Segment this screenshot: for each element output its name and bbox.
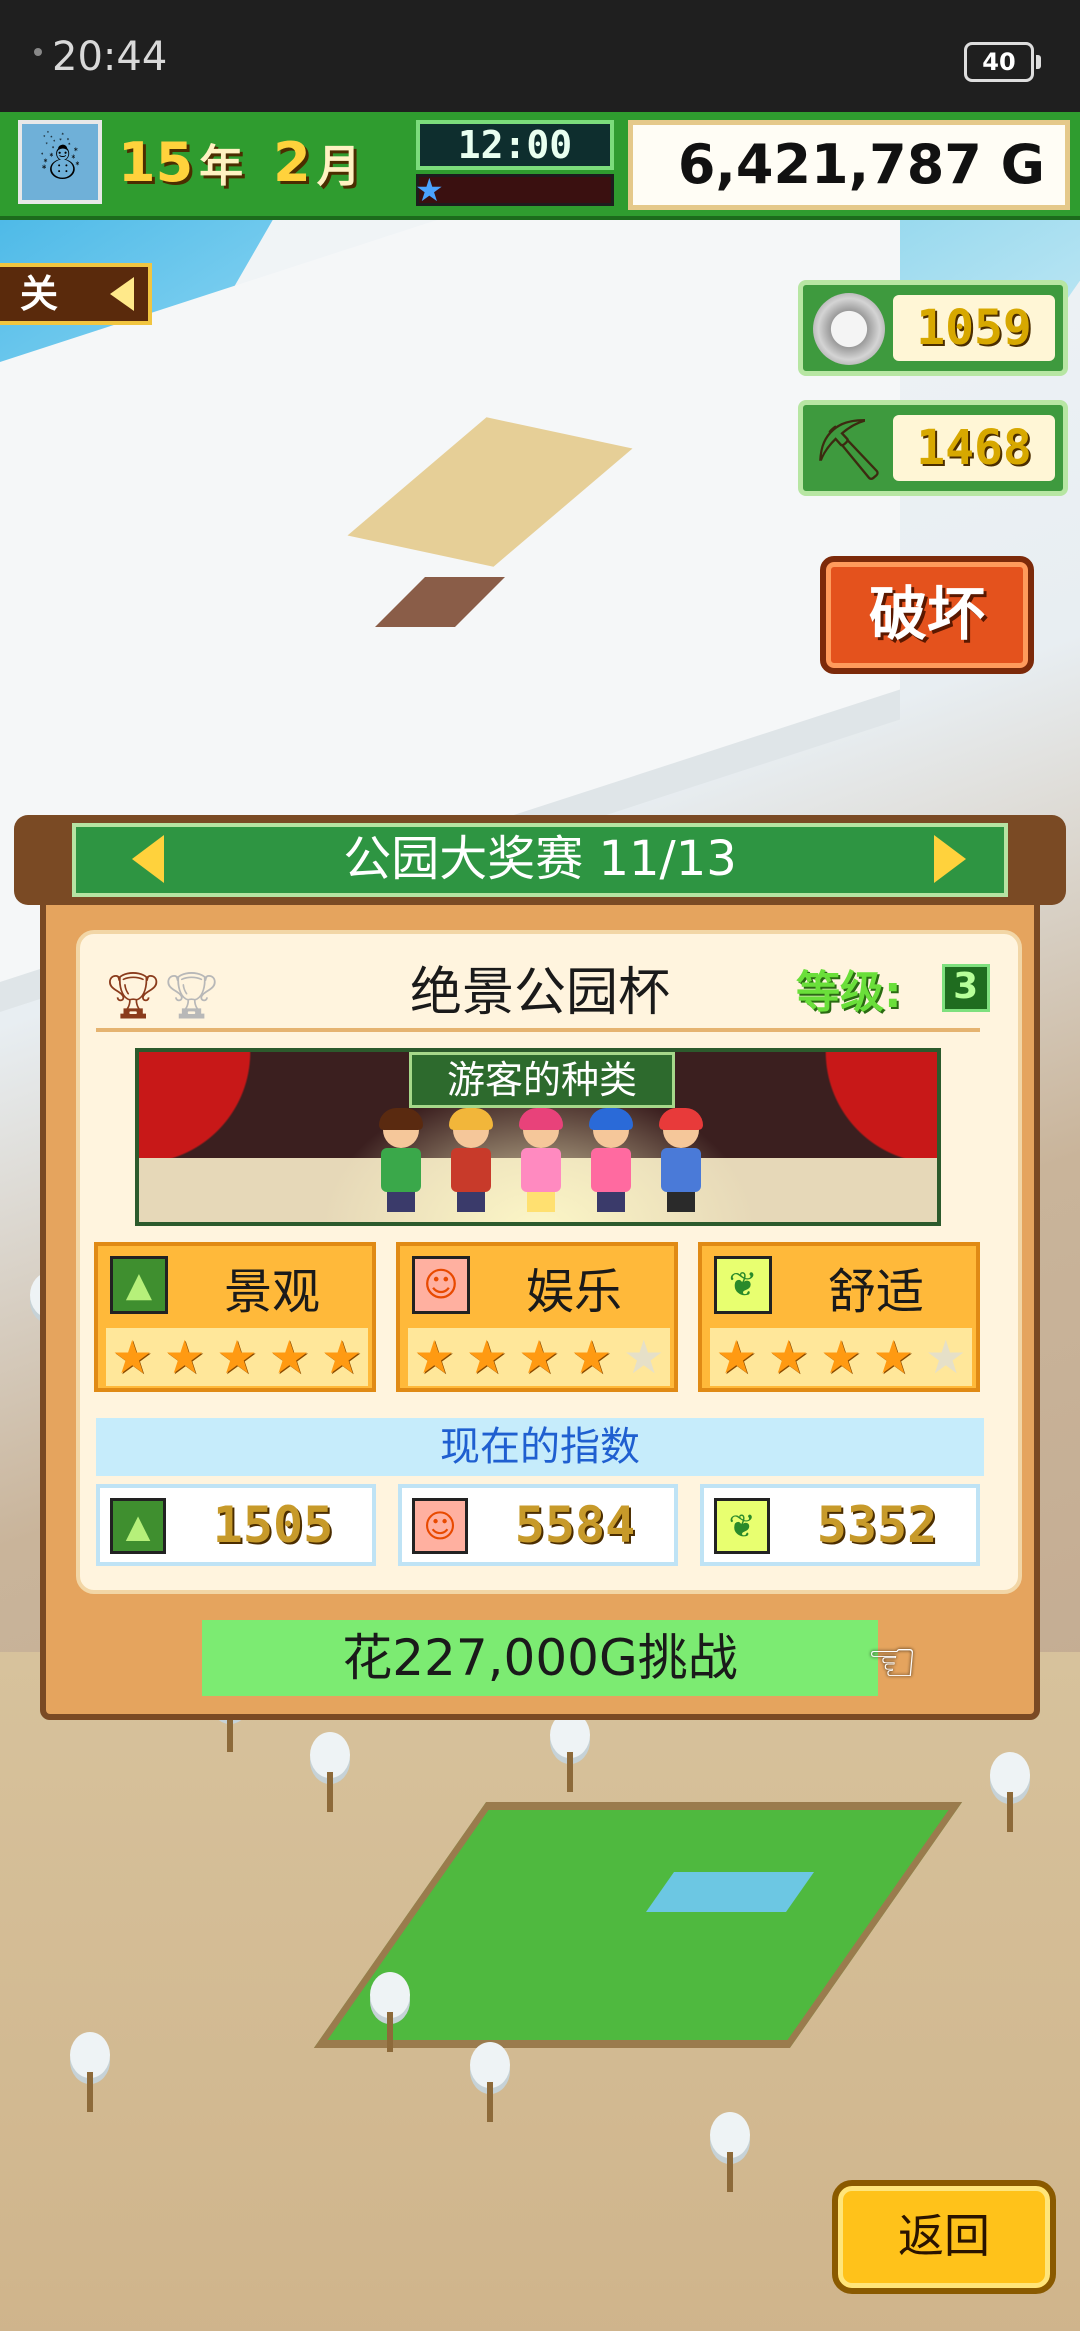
pointing-hand-icon: ☜ — [866, 1628, 918, 1696]
close-tab-label: 关 — [20, 272, 59, 316]
snow-tree — [700, 2112, 760, 2192]
snow-tree — [60, 2032, 120, 2112]
cup-name: 绝景公园杯 — [409, 963, 670, 1023]
pickaxe-icon: ⛏ — [810, 414, 888, 485]
smiley-icon: ☺ — [412, 1498, 468, 1554]
visitor-group — [371, 1108, 711, 1212]
game-clock: 12:00 — [416, 120, 614, 170]
visitor-sprite — [371, 1108, 431, 1212]
silver-trophy-icon: 🏆︎ — [162, 968, 221, 1022]
grade-label: 等级: — [796, 967, 902, 1018]
category-fun: ☺ 娱乐 ★ ★ ★ ★ ★ — [396, 1242, 678, 1392]
star-filled-icon: ★ — [268, 1330, 310, 1384]
coin-counter[interactable]: 1059 — [798, 280, 1068, 376]
arrow-left-icon — [110, 277, 134, 311]
game-date: 15 年 2 月 — [118, 130, 385, 194]
bronze-trophy-icon: 🏆︎ — [104, 968, 163, 1022]
index-value: 5352 — [816, 1496, 938, 1554]
trophy-icons: 🏆︎🏆︎ — [104, 968, 221, 1023]
pickaxe-counter[interactable]: ⛏ 1468 — [798, 400, 1068, 496]
index-fun: ☺ 5584 — [398, 1484, 678, 1566]
prev-contest-arrow-icon[interactable] — [132, 835, 164, 883]
month-value: 2 — [273, 131, 311, 194]
visitor-sprite — [581, 1108, 641, 1212]
challenge-button[interactable]: 花227,000G挑战 — [202, 1620, 878, 1696]
paddock-pond — [645, 1872, 815, 1912]
visitor-stage: 游客的种类 — [135, 1048, 941, 1226]
landscape-icon: ▲ — [110, 1498, 166, 1554]
snow-tree — [980, 1752, 1040, 1832]
star-filled-icon: ★ — [820, 1330, 862, 1384]
category-label: 娱乐 — [525, 1264, 622, 1320]
star-filled-icon: ★ — [767, 1330, 810, 1384]
snowman-icon[interactable]: ☃ — [18, 120, 102, 204]
category-landscape: ▲ 景观 ★ ★ ★ ★ ★ — [94, 1242, 376, 1392]
star-rating: ★ ★ ★ ★ ★ — [106, 1328, 368, 1386]
year-unit: 年 — [199, 141, 244, 192]
grade-value: 3 — [941, 964, 990, 1012]
snow-tree — [360, 1972, 420, 2052]
contest-title: 公园大奖赛 11/13 — [72, 823, 1008, 897]
year-value: 15 — [118, 131, 194, 194]
star-empty-icon: ★ — [925, 1330, 967, 1384]
star-filled-icon: ★ — [872, 1330, 914, 1384]
visitor-sprite — [651, 1108, 711, 1212]
star-filled-icon: ★ — [570, 1330, 612, 1384]
top-hud: ☃ 15 年 2 月 12:00 ★ 6,421,787 G — [0, 112, 1080, 220]
star-rating: ★ ★ ★ ★ ★ — [710, 1328, 972, 1386]
star-icon: ★ — [415, 171, 444, 209]
visitor-sprite — [441, 1108, 501, 1212]
visitor-sprite — [511, 1108, 571, 1212]
category-label: 舒适 — [827, 1264, 924, 1320]
star-filled-icon: ★ — [518, 1330, 560, 1384]
star-filled-icon: ★ — [216, 1330, 258, 1384]
smiley-icon: ☺ — [412, 1256, 470, 1314]
snow-tree — [540, 1712, 600, 1792]
star-filled-icon: ★ — [321, 1330, 363, 1384]
index-comfort: ❦ 5352 — [700, 1484, 980, 1566]
index-value: 5584 — [514, 1496, 636, 1554]
notification-dot — [34, 48, 42, 56]
leaf-icon: ❦ — [714, 1498, 770, 1554]
star-filled-icon: ★ — [465, 1330, 508, 1384]
back-button[interactable]: 返回 — [832, 2180, 1056, 2294]
landscape-icon: ▲ — [110, 1256, 168, 1314]
star-filled-icon: ★ — [413, 1330, 455, 1384]
index-value: 1505 — [212, 1496, 334, 1554]
status-bar: 20:44 40 — [0, 0, 1080, 112]
star-filled-icon: ★ — [111, 1330, 153, 1384]
leaf-icon: ❦ — [714, 1256, 772, 1314]
category-label: 景观 — [223, 1264, 320, 1320]
category-comfort: ❦ 舒适 ★ ★ ★ ★ ★ — [698, 1242, 980, 1392]
star-rating: ★ ★ ★ ★ ★ — [408, 1328, 670, 1386]
visitor-type-tag: 游客的种类 — [409, 1052, 675, 1108]
contest-header: 公园大奖赛 11/13 — [14, 815, 1066, 905]
snow-tree — [300, 1732, 360, 1812]
next-contest-arrow-icon[interactable] — [934, 835, 966, 883]
snow-tree — [460, 2042, 520, 2122]
pickaxe-value: 1468 — [893, 415, 1055, 481]
money-display: 6,421,787 G — [628, 120, 1070, 210]
current-index-title: 现在的指数 — [96, 1418, 984, 1476]
star-filled-icon: ★ — [163, 1330, 206, 1384]
battery-icon: 40 — [964, 42, 1041, 82]
month-unit: 月 — [316, 141, 361, 192]
destroy-button[interactable]: 破坏 — [820, 556, 1034, 674]
grade-display: 等级: 3 — [796, 956, 990, 1020]
status-time: 20:44 — [52, 34, 168, 80]
divider — [96, 1028, 980, 1032]
index-landscape: ▲ 1505 — [96, 1484, 376, 1566]
time-progress-bar: ★ — [415, 171, 614, 209]
coin-icon — [813, 293, 885, 365]
star-filled-icon: ★ — [715, 1330, 757, 1384]
star-empty-icon: ★ — [623, 1330, 665, 1384]
coin-value: 1059 — [893, 295, 1055, 361]
close-panel-tab[interactable]: 关 — [0, 263, 152, 325]
